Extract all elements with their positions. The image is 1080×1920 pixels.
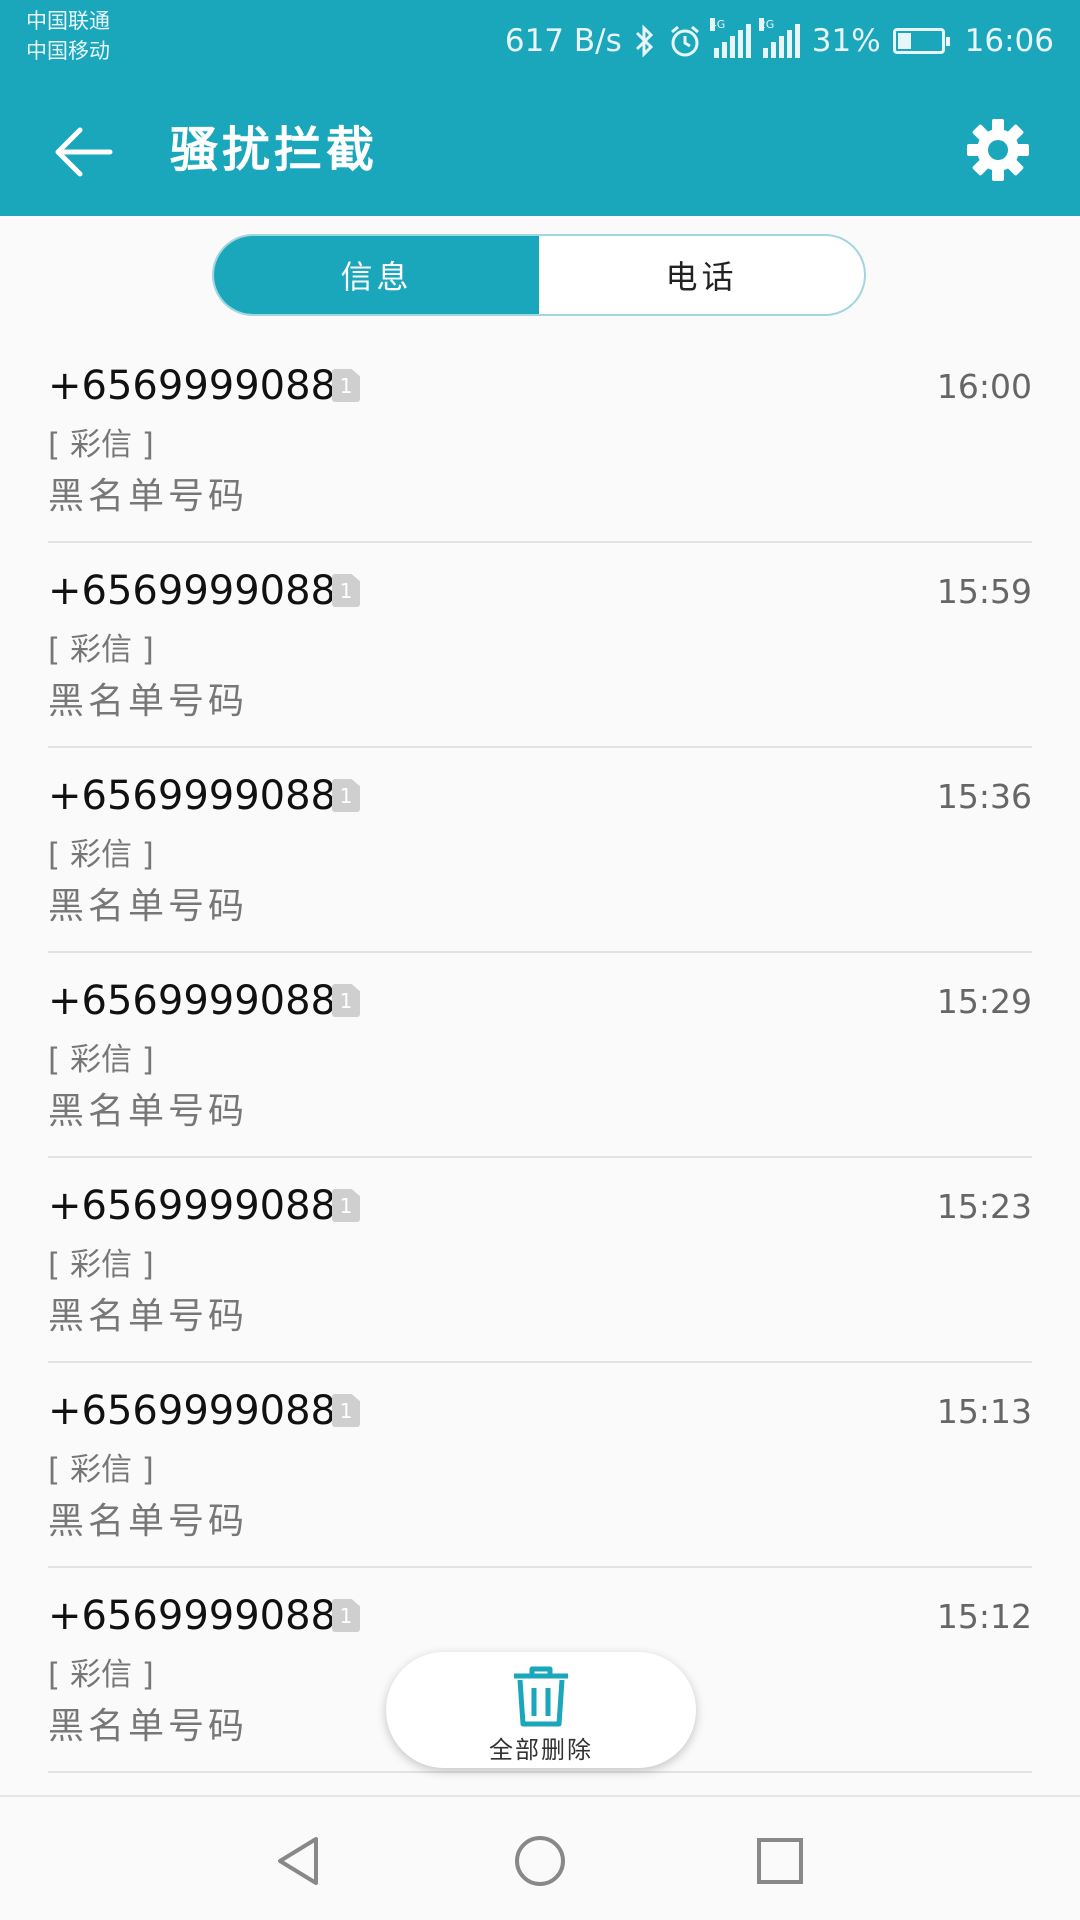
sim-card-icon: 1	[332, 984, 360, 1017]
message-time: 15:36	[936, 777, 1032, 816]
message-type: [ 彩信 ]	[48, 837, 154, 873]
sender-number: +6569999088	[48, 1388, 337, 1434]
blocked-message-list: +6569999088 1 16:00 [ 彩信 ] 黑名单号码 +656999…	[0, 338, 1080, 1773]
message-type: [ 彩信 ]	[48, 632, 154, 668]
page-title: 骚扰拦截	[170, 122, 379, 178]
sender-number: +6569999088	[48, 1593, 337, 1639]
delete-all-button[interactable]: 全部删除	[386, 1652, 696, 1768]
message-preview: 黑名单号码	[48, 1706, 249, 1747]
sender-number: +6569999088	[48, 568, 337, 614]
message-preview: 黑名单号码	[48, 681, 249, 722]
sim-card-icon: 1	[332, 574, 360, 607]
system-nav-bar	[0, 1795, 1080, 1920]
sender-number: +6569999088	[48, 773, 337, 819]
battery-percent: 31%	[811, 23, 881, 59]
message-time: 16:00	[936, 367, 1032, 406]
sim-card-icon: 1	[332, 369, 360, 402]
list-item[interactable]: +6569999088 1 15:36 [ 彩信 ] 黑名单号码	[0, 748, 1080, 953]
tab-messages[interactable]: 信息	[214, 236, 539, 314]
message-type: [ 彩信 ]	[48, 1452, 154, 1488]
carrier-names: 中国联通 中国移动	[26, 6, 110, 66]
clock: 16:06	[964, 23, 1054, 59]
sim-card-icon: 1	[332, 1394, 360, 1427]
status-icons: 617 B/s 4G 2G 31% 16:06	[505, 16, 1054, 66]
back-triangle-icon[interactable]	[272, 1833, 328, 1889]
home-circle-icon[interactable]	[512, 1833, 568, 1889]
message-time: 15:29	[936, 982, 1032, 1021]
delete-all-label: 全部删除	[489, 1736, 593, 1764]
sim-card-icon: 1	[332, 1189, 360, 1222]
signal-icon-1: 4G	[709, 18, 751, 58]
trash-icon	[514, 1666, 568, 1727]
network-speed: 617 B/s	[504, 23, 622, 59]
message-type: [ 彩信 ]	[48, 1042, 154, 1078]
list-item[interactable]: +6569999088 1 15:59 [ 彩信 ] 黑名单号码	[0, 543, 1080, 748]
divider	[48, 1771, 1032, 1773]
message-preview: 黑名单号码	[48, 1501, 249, 1542]
carrier-1: 中国联通	[26, 9, 110, 33]
recents-square-icon[interactable]	[752, 1833, 808, 1889]
list-item[interactable]: +6569999088 1 15:23 [ 彩信 ] 黑名单号码	[0, 1158, 1080, 1363]
sender-number: +6569999088	[48, 363, 337, 409]
gear-icon[interactable]	[958, 110, 1038, 190]
status-bar: 中国联通 中国移动 617 B/s 4G 2G 31% 16:06	[0, 0, 1080, 86]
list-item[interactable]: +6569999088 1 15:13 [ 彩信 ] 黑名单号码	[0, 1363, 1080, 1568]
message-type: [ 彩信 ]	[48, 1247, 154, 1283]
message-time: 15:13	[936, 1392, 1032, 1431]
message-time: 15:59	[936, 572, 1032, 611]
sender-number: +6569999088	[48, 1183, 337, 1229]
alarm-icon	[670, 25, 699, 57]
app-bar: 骚扰拦截	[0, 86, 1080, 216]
message-call-tabs: 信息 电话	[212, 234, 866, 316]
message-type: [ 彩信 ]	[48, 427, 154, 463]
sim-card-icon: 1	[332, 1599, 360, 1632]
battery-icon	[892, 28, 950, 54]
bluetooth-icon	[635, 24, 653, 58]
message-preview: 黑名单号码	[48, 476, 249, 517]
message-preview: 黑名单号码	[48, 1091, 249, 1132]
message-time: 15:12	[936, 1597, 1032, 1636]
sim-card-icon: 1	[332, 779, 360, 812]
message-time: 15:23	[936, 1187, 1032, 1226]
arrow-left-icon[interactable]	[48, 116, 120, 188]
message-preview: 黑名单号码	[48, 886, 249, 927]
message-preview: 黑名单号码	[48, 1296, 249, 1337]
signal-icon-2: 2G	[758, 18, 800, 58]
carrier-2: 中国移动	[26, 39, 110, 63]
list-item[interactable]: +6569999088 1 15:29 [ 彩信 ] 黑名单号码	[0, 953, 1080, 1158]
sender-number: +6569999088	[48, 978, 337, 1024]
list-item[interactable]: +6569999088 1 16:00 [ 彩信 ] 黑名单号码	[0, 338, 1080, 543]
tab-calls[interactable]: 电话	[539, 236, 864, 314]
message-type: [ 彩信 ]	[48, 1657, 154, 1693]
